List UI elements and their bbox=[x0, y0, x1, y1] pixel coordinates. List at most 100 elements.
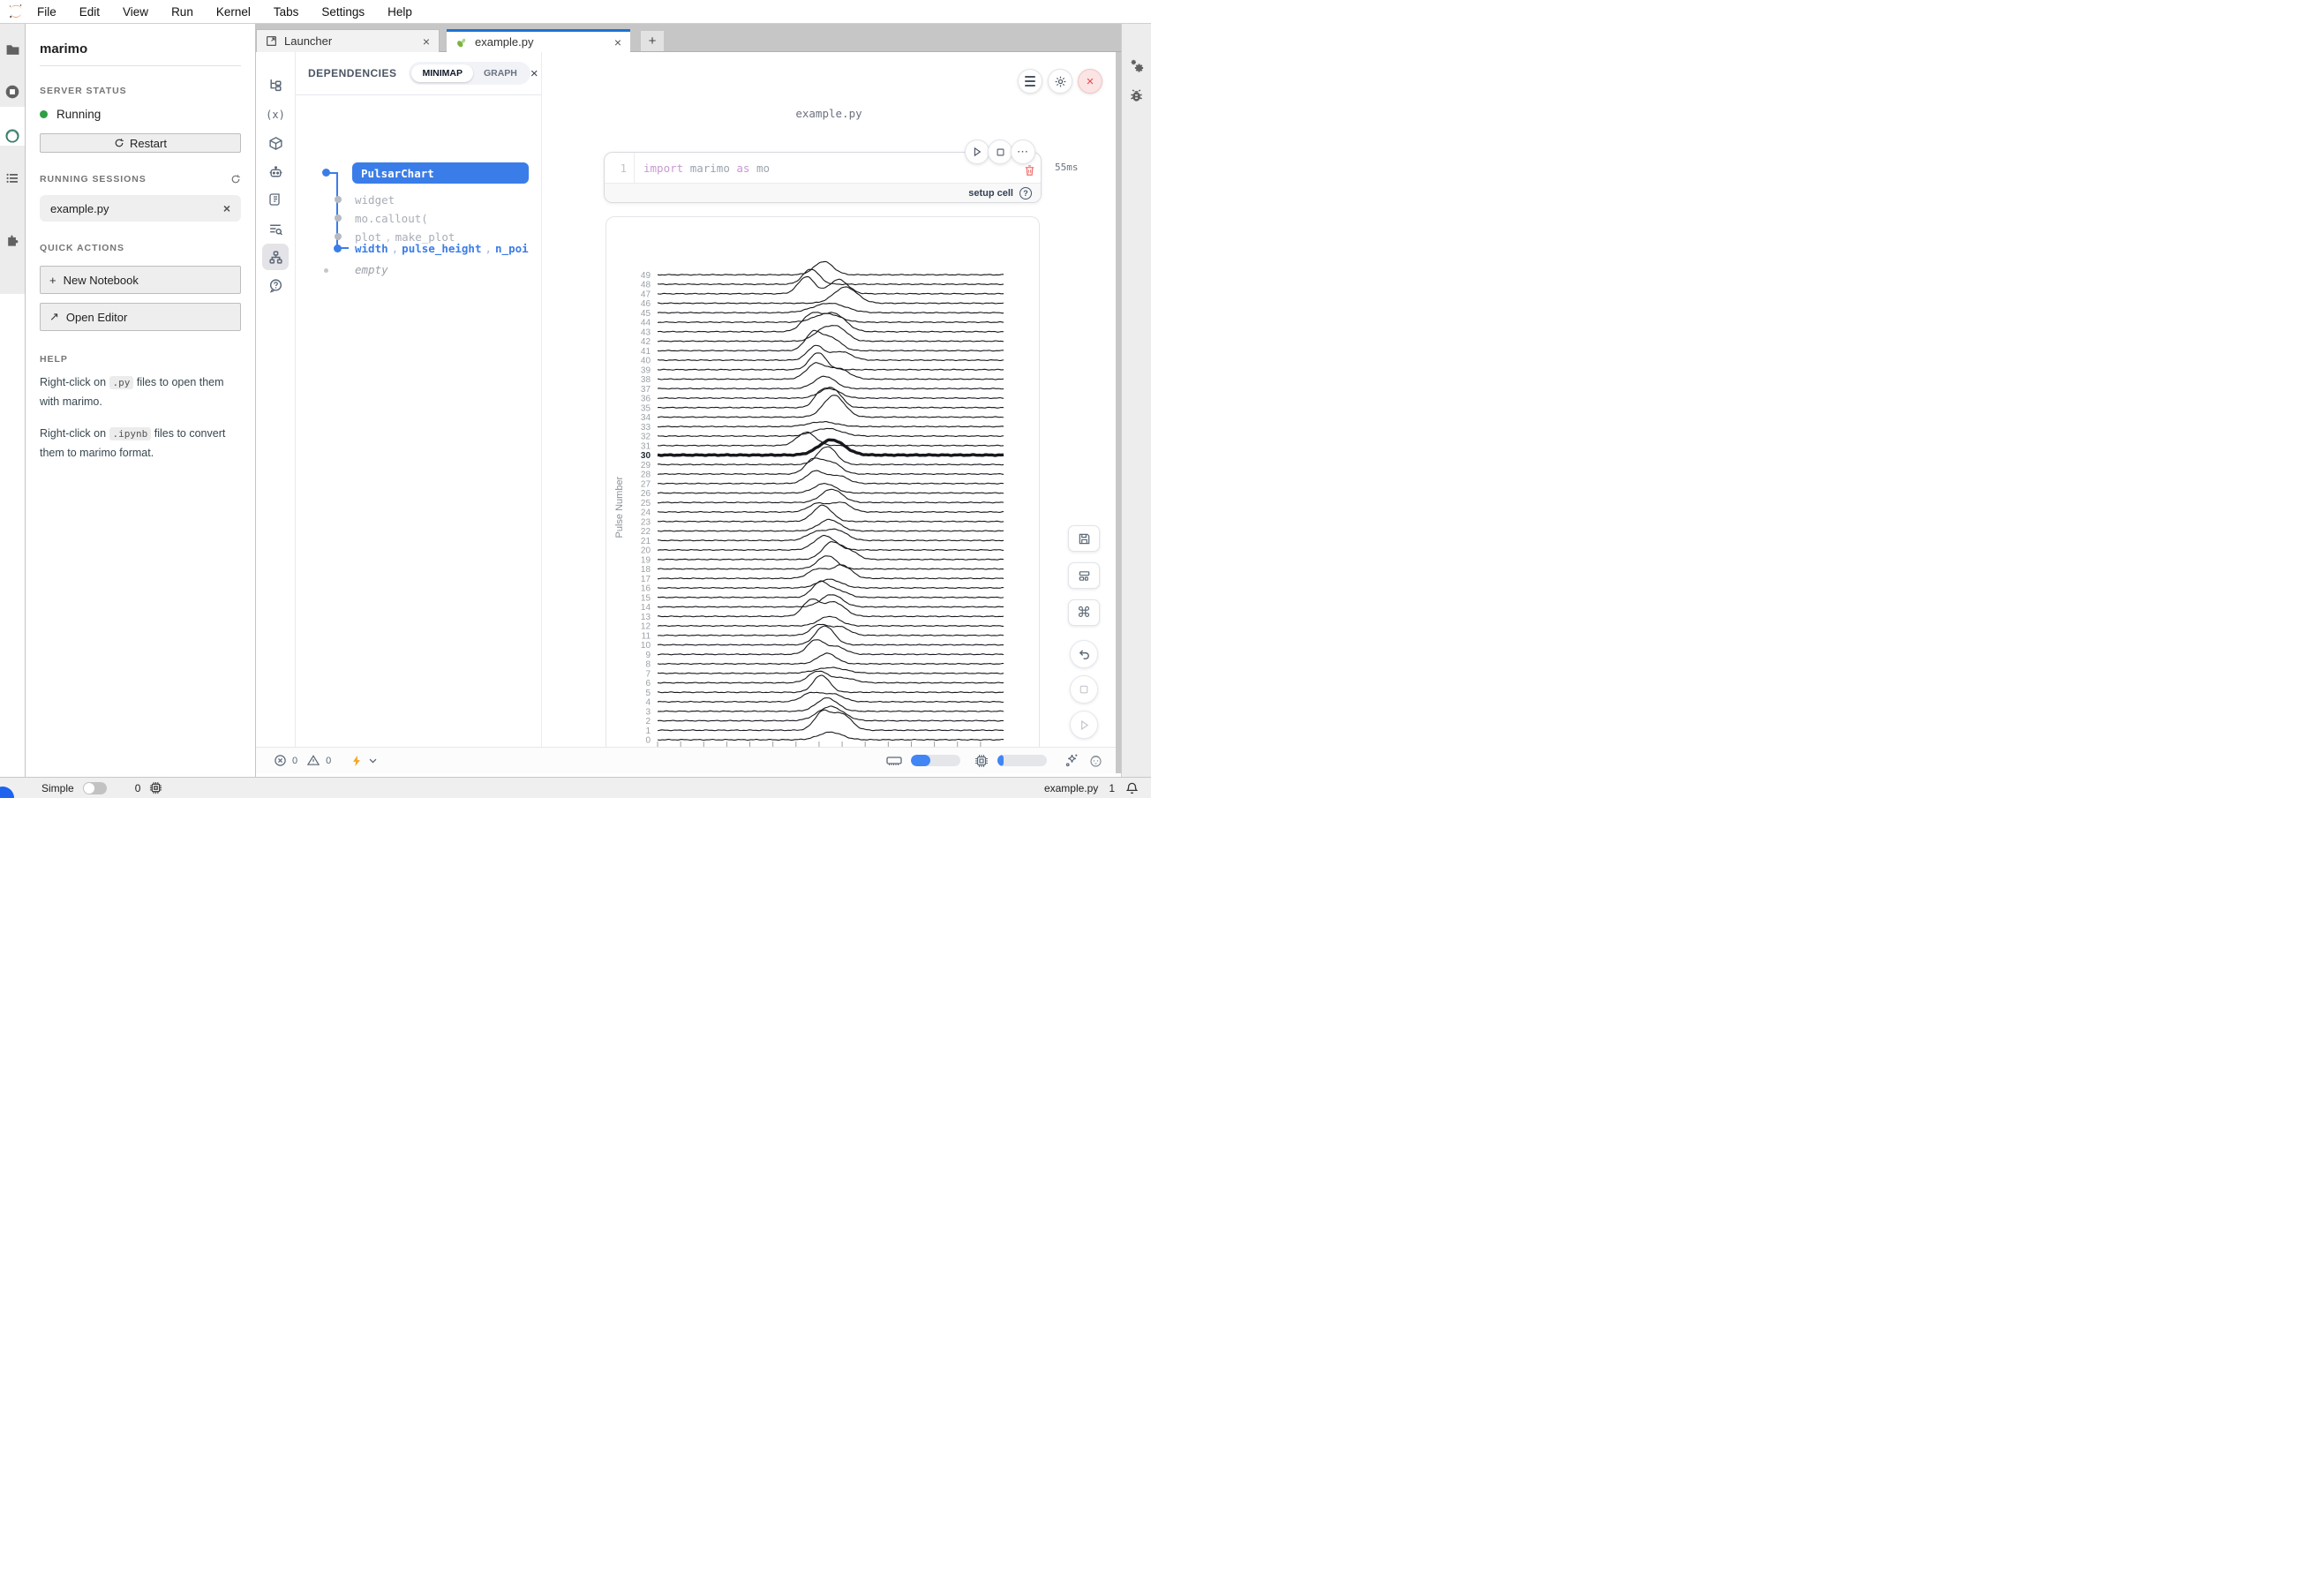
file-tree-icon[interactable] bbox=[262, 72, 289, 98]
tree-item-widget[interactable]: widget bbox=[355, 193, 395, 207]
kernel-counter: 0 bbox=[135, 782, 141, 794]
server-status-value: Running bbox=[56, 108, 101, 121]
app-status-bar: Simple 0 example.py 1 bbox=[0, 777, 1151, 798]
help-icon[interactable] bbox=[262, 272, 289, 298]
run-cell-button[interactable] bbox=[965, 139, 989, 164]
tree-item-pulsarchart[interactable]: PulsarChart bbox=[352, 162, 529, 184]
graph-tab[interactable]: GRAPH bbox=[473, 64, 528, 82]
launcher-icon bbox=[266, 35, 277, 47]
notebook-filename: example.py bbox=[542, 107, 1116, 120]
interrupt-button[interactable] bbox=[1070, 675, 1098, 704]
tab-example-py[interactable]: example.py × bbox=[447, 29, 630, 52]
delete-cell-icon[interactable] bbox=[1023, 163, 1036, 177]
menu-settings[interactable]: Settings bbox=[321, 5, 365, 19]
notebook-settings-button[interactable] bbox=[1048, 69, 1072, 94]
file-browser-icon[interactable] bbox=[0, 36, 25, 63]
errors-icon[interactable] bbox=[274, 754, 287, 767]
extension-manager-icon[interactable] bbox=[0, 227, 25, 253]
close-dependencies-icon[interactable]: × bbox=[530, 66, 538, 81]
dependencies-panel: DEPENDENCIES MINIMAP GRAPH × PulsarChart… bbox=[296, 52, 542, 747]
help-text-py: Right-click on .py files to open them wi… bbox=[40, 373, 241, 412]
notification-count[interactable]: 1 bbox=[1109, 782, 1115, 794]
packages-icon[interactable] bbox=[262, 130, 289, 156]
layout-button[interactable] bbox=[1068, 562, 1100, 589]
close-launcher-tab-icon[interactable]: × bbox=[423, 34, 430, 49]
menu-view[interactable]: View bbox=[123, 5, 148, 19]
running-status-dot bbox=[40, 110, 48, 118]
warnings-icon[interactable] bbox=[306, 754, 320, 767]
tab-launcher-label: Launcher bbox=[284, 34, 332, 48]
chevron-down-icon[interactable] bbox=[368, 756, 378, 765]
notebook-menu-button[interactable] bbox=[1018, 69, 1042, 94]
debugger-bug-icon[interactable] bbox=[1128, 87, 1146, 105]
marimo-side-panel: marimo SERVER STATUS Running Restart RUN… bbox=[26, 24, 256, 777]
pulsar-ridgeline-chart bbox=[606, 217, 1039, 757]
py-extension-chip: .py bbox=[109, 376, 134, 389]
tree-item-width-pulse-height[interactable]: width,pulse_height,n_poi bbox=[355, 242, 529, 255]
run-all-button[interactable] bbox=[1070, 711, 1098, 739]
restart-button[interactable]: Restart bbox=[40, 133, 241, 153]
running-sessions-icon[interactable] bbox=[0, 79, 25, 105]
help-text-ipynb: Right-click on .ipynb files to convert t… bbox=[40, 425, 241, 463]
setup-help-icon[interactable]: ? bbox=[1019, 187, 1032, 200]
open-editor-button[interactable]: ↗ Open Editor bbox=[40, 303, 241, 331]
menu-run[interactable]: Run bbox=[171, 5, 193, 19]
refresh-sessions-icon[interactable] bbox=[230, 174, 241, 184]
setup-cell-label: setup cell bbox=[968, 188, 1013, 199]
cell-more-options-button[interactable]: ⋯ bbox=[1011, 139, 1035, 164]
memory-icon bbox=[886, 755, 902, 767]
command-palette-button[interactable]: ⌘ bbox=[1068, 599, 1100, 626]
corner-notification-badge[interactable] bbox=[0, 787, 14, 798]
property-inspector-gears-icon[interactable] bbox=[1128, 57, 1146, 75]
code-line: import marimo as mo bbox=[635, 162, 770, 175]
table-of-contents-icon[interactable] bbox=[0, 165, 25, 192]
memory-usage-meter bbox=[911, 755, 960, 766]
tree-item-mo-callout[interactable]: mo.callout( bbox=[355, 212, 428, 225]
menu-tabs[interactable]: Tabs bbox=[274, 5, 299, 19]
activity-bar bbox=[0, 24, 26, 777]
notebook-shutdown-button[interactable]: × bbox=[1078, 69, 1102, 94]
variables-icon[interactable]: (x) bbox=[262, 102, 289, 128]
tab-launcher[interactable]: Launcher × bbox=[256, 29, 440, 52]
minimap-tab[interactable]: MINIMAP bbox=[411, 64, 473, 82]
menu-kernel[interactable]: Kernel bbox=[216, 5, 251, 19]
stop-icon bbox=[1079, 684, 1089, 695]
tree-node-dot bbox=[335, 215, 342, 222]
simple-mode-toggle[interactable] bbox=[83, 782, 107, 794]
restart-label: Restart bbox=[130, 137, 167, 150]
save-button[interactable] bbox=[1068, 525, 1100, 552]
undo-button[interactable] bbox=[1070, 640, 1098, 668]
connection-bolt-icon[interactable] bbox=[350, 754, 363, 768]
dependencies-graph-icon[interactable] bbox=[262, 244, 289, 270]
close-session-icon[interactable]: × bbox=[223, 201, 230, 215]
ai-sparkle-icon[interactable] bbox=[1064, 753, 1080, 768]
menu-help[interactable]: Help bbox=[387, 5, 412, 19]
stop-icon bbox=[996, 147, 1005, 157]
save-icon bbox=[1078, 532, 1091, 546]
ellipsis-icon: ⋯ bbox=[1017, 145, 1029, 159]
play-icon bbox=[1079, 719, 1090, 731]
menu-file[interactable]: File bbox=[37, 5, 56, 19]
new-tab-button[interactable]: + bbox=[641, 31, 664, 51]
new-notebook-button[interactable]: + New Notebook bbox=[40, 266, 241, 294]
active-file-label[interactable]: example.py bbox=[1044, 782, 1098, 794]
close-icon: × bbox=[1087, 74, 1095, 89]
ai-assistant-icon[interactable] bbox=[262, 159, 289, 185]
arrow-ne-icon: ↗ bbox=[49, 310, 59, 324]
line-number: 1 bbox=[605, 153, 635, 183]
menubar: File Edit View Run Kernel Tabs Settings … bbox=[0, 0, 1151, 24]
logs-icon[interactable] bbox=[262, 186, 289, 213]
tree-node-dot bbox=[324, 268, 328, 273]
copilot-icon[interactable] bbox=[1088, 754, 1103, 768]
status-cpu-icon[interactable] bbox=[149, 781, 162, 794]
scratchpad-search-icon[interactable] bbox=[262, 215, 289, 242]
close-example-py-tab-icon[interactable]: × bbox=[614, 35, 621, 49]
main-content: (x) DEPENDENCIES bbox=[256, 52, 1116, 773]
bell-icon[interactable] bbox=[1125, 781, 1139, 795]
marimo-extension-icon[interactable] bbox=[0, 123, 25, 149]
stop-cell-button[interactable] bbox=[988, 139, 1012, 164]
menu-edit[interactable]: Edit bbox=[79, 5, 100, 19]
tree-item-empty[interactable]: empty bbox=[355, 263, 388, 276]
tree-node-dot bbox=[335, 233, 342, 240]
session-item[interactable]: example.py × bbox=[40, 195, 241, 222]
